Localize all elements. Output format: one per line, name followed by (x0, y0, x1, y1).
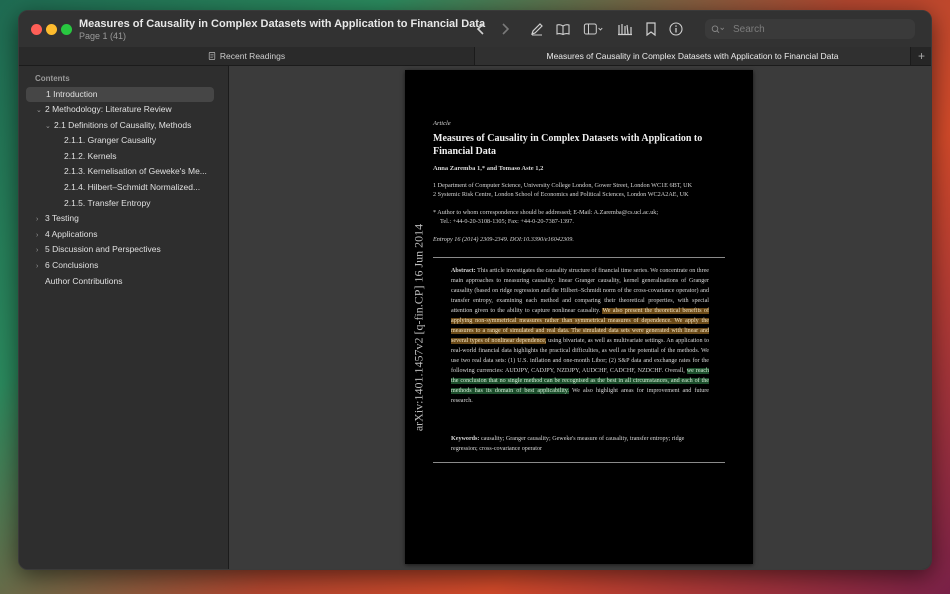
book-icon[interactable] (553, 20, 573, 38)
chevron-down-icon[interactable]: ⌄ (36, 103, 45, 118)
minimize-window-button[interactable] (46, 24, 57, 35)
tab-label: Measures of Causality in Complex Dataset… (546, 51, 839, 61)
correspondence-phone: Tel.: +44-0-20-3108-1305; Fax: +44-0-20-… (440, 217, 574, 225)
pencil-icon[interactable] (527, 20, 547, 38)
affiliations: 1 Department of Computer Science, Univer… (433, 182, 733, 199)
divider-bottom (433, 462, 725, 463)
sidebar-icon[interactable] (581, 20, 607, 38)
toc-item-methodology[interactable]: ⌄ 2 Methodology: Literature Review (36, 102, 172, 117)
search-icon (711, 24, 727, 35)
toc-item-hilbert-schmidt[interactable]: 2.1.4. Hilbert–Schmidt Normalized... (64, 180, 200, 195)
new-tab-button[interactable]: + (910, 47, 931, 65)
keywords-text: Keywords: causality; Granger causality; … (451, 436, 685, 452)
toc-item-applications[interactable]: › 4 Applications (36, 227, 97, 242)
toc-item-introduction[interactable]: 1 Introduction (26, 87, 214, 102)
sidebar-header: Contents (35, 74, 70, 83)
affiliation-2: 2 Systemic Risk Centre, London School of… (433, 190, 689, 198)
library-icon[interactable] (615, 20, 635, 38)
article-label: Article (433, 120, 451, 127)
toc-item-author-contributions[interactable]: Author Contributions (45, 274, 123, 289)
journal-citation: Entropy 16 (2014) 2309-2349. DOI:10.3390… (433, 236, 574, 243)
abstract-text: Abstract: This article investigates the … (451, 268, 710, 404)
search-input[interactable] (731, 22, 905, 36)
zoom-window-button[interactable] (61, 24, 72, 35)
page-indicator: Page 1 (41) (79, 31, 127, 41)
divider-top (433, 257, 725, 258)
search-field[interactable] (705, 19, 915, 39)
chevron-down-icon[interactable]: ⌄ (45, 119, 54, 134)
toc-item-kernels[interactable]: 2.1.2. Kernels (64, 149, 116, 164)
pdf-page[interactable]: arXiv:1401.1457v2 [q-fin.CP] 16 Jun 2014… (405, 70, 753, 564)
article-authors: Anna Zaremba 1,* and Tomaso Aste 1,2 (433, 165, 544, 172)
tab-bar: Recent Readings Measures of Causality in… (19, 47, 931, 66)
toc-item-kernelisation[interactable]: 2.1.3. Kernelisation of Geweke's Me... (64, 164, 207, 179)
chevron-right-icon[interactable]: › (36, 212, 45, 227)
bookmark-icon[interactable] (641, 20, 661, 38)
article-title: Measures of Causality in Complex Dataset… (433, 133, 703, 157)
arxiv-identifier: arXiv:1401.1457v2 [q-fin.CP] 16 Jun 2014 (411, 223, 426, 432)
chevron-right-icon[interactable] (495, 20, 515, 38)
document-viewer[interactable]: arXiv:1401.1457v2 [q-fin.CP] 16 Jun 2014… (229, 66, 931, 569)
chevron-right-icon[interactable]: › (36, 228, 45, 243)
affiliation-1: 1 Department of Computer Science, Univer… (433, 182, 693, 189)
app-window: Measures of Causality in Complex Dataset… (18, 10, 932, 570)
toc-item-granger[interactable]: 2.1.1. Granger Causality (64, 133, 156, 148)
chevron-left-icon[interactable] (471, 20, 491, 38)
chevron-right-icon[interactable]: › (36, 243, 45, 258)
contents-sidebar: Contents 1 Introduction ⌄ 2 Methodology: … (19, 66, 229, 569)
window-title: Measures of Causality in Complex Dataset… (79, 18, 486, 30)
info-icon[interactable] (666, 20, 686, 38)
correspondence-email: * Author to whom correspondence should b… (433, 209, 659, 216)
toc-item-transfer-entropy[interactable]: 2.1.5. Transfer Entropy (64, 196, 150, 211)
close-window-button[interactable] (31, 24, 42, 35)
toc-item-conclusions[interactable]: › 6 Conclusions (36, 258, 98, 273)
correspondence: * Author to whom correspondence should b… (433, 209, 733, 226)
title-bar: Measures of Causality in Complex Dataset… (19, 11, 931, 48)
tab-current-document[interactable]: Measures of Causality in Complex Dataset… (475, 47, 910, 65)
chevron-right-icon[interactable]: › (36, 259, 45, 274)
toc-item-discussion[interactable]: › 5 Discussion and Perspectives (36, 242, 161, 257)
document-icon (208, 52, 216, 60)
toc-item-testing[interactable]: › 3 Testing (36, 211, 79, 226)
tab-label: Recent Readings (219, 51, 286, 61)
toc-item-definitions[interactable]: ⌄ 2.1 Definitions of Causality, Methods (45, 118, 191, 133)
tab-recent-readings[interactable]: Recent Readings (19, 47, 475, 65)
